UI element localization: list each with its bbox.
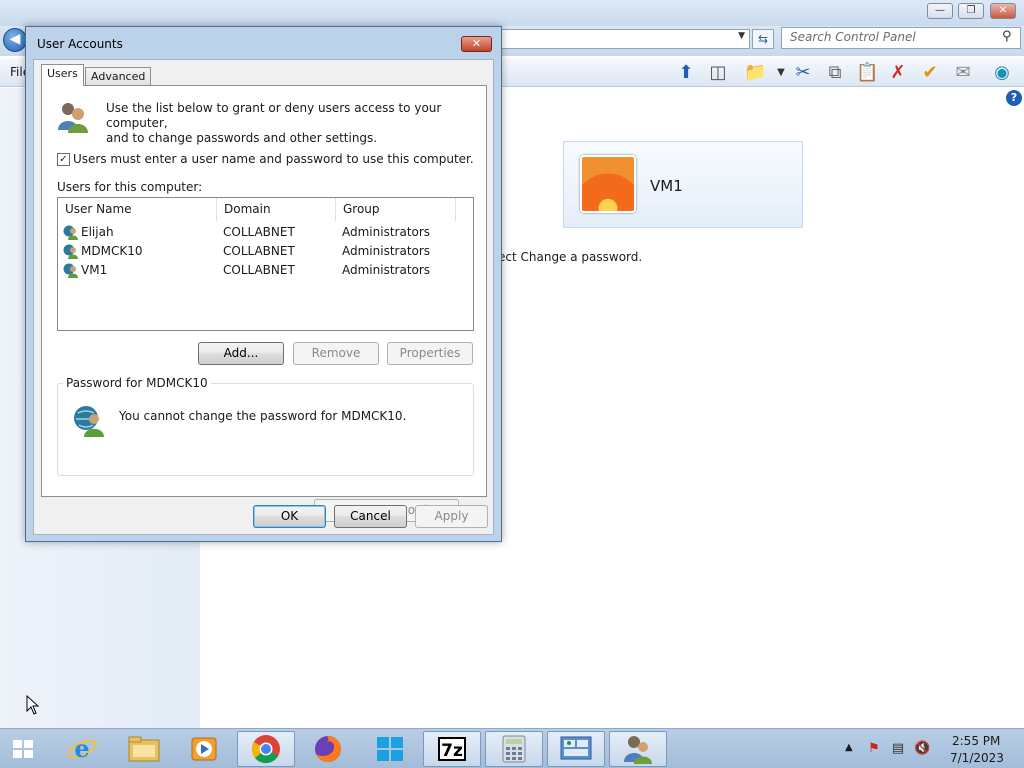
show-hidden-icons-icon[interactable]: ▲: [845, 742, 853, 753]
properties-icon[interactable]: ✉: [952, 62, 974, 84]
domain-user-icon: [63, 263, 78, 278]
clock-time[interactable]: 2:55 PM: [952, 734, 1000, 748]
network-icon[interactable]: ▤: [890, 741, 906, 757]
clock-date[interactable]: 7/1/2023: [950, 751, 1004, 765]
user-tile[interactable]: VM1: [563, 141, 803, 228]
chrome-icon[interactable]: [237, 731, 295, 767]
users-tab-panel: Use the list below to grant or deny user…: [41, 85, 487, 522]
column-domain[interactable]: Domain: [217, 198, 336, 221]
apply-button[interactable]: Apply: [415, 505, 488, 528]
minimize-button[interactable]: —: [927, 3, 953, 19]
cut-icon[interactable]: ✂: [792, 62, 814, 84]
domain-user-icon: [63, 225, 78, 240]
checkmark-icon[interactable]: ✔: [919, 62, 941, 84]
domain-cell: COLLABNET: [223, 225, 295, 239]
properties-button[interactable]: Properties: [387, 342, 473, 365]
instruction-text: ect Change a password.: [498, 250, 643, 264]
user-accounts-dialog: User Accounts ✕ Users Advanced Use the l…: [25, 26, 502, 542]
intro-line-1: Use the list below to grant or deny user…: [106, 101, 442, 130]
close-button[interactable]: ✕: [990, 3, 1016, 19]
group-cell: Administrators: [342, 225, 431, 239]
add-user-button[interactable]: Add...: [198, 342, 284, 365]
refresh-button[interactable]: ⇆: [752, 29, 774, 49]
firefox-icon[interactable]: [299, 731, 357, 767]
password-message: You cannot change the password for MDMCK…: [119, 409, 407, 423]
domain-cell: COLLABNET: [223, 263, 295, 277]
dialog-title: User Accounts: [37, 37, 123, 51]
action-center-icon[interactable]: ⚑: [866, 741, 882, 757]
close-icon: ✕: [471, 37, 482, 50]
user-accounts-icon[interactable]: [609, 731, 667, 767]
ok-button[interactable]: OK: [253, 505, 326, 528]
svg-text:e: e: [74, 734, 89, 763]
tab-advanced[interactable]: Advanced: [85, 67, 152, 87]
list-item[interactable]: Elijah COLLABNET Administrators: [58, 223, 473, 242]
dialog-body: Users Advanced Use the list below to gra…: [33, 59, 494, 535]
tab-users[interactable]: Users: [41, 64, 84, 86]
globe-icon[interactable]: ◉: [991, 62, 1013, 84]
copy-icon[interactable]: ⧉: [824, 62, 846, 84]
user-picture: [580, 155, 636, 213]
file-explorer-icon[interactable]: [115, 731, 173, 767]
users-for-computer-label: Users for this computer:: [57, 180, 203, 194]
users-list[interactable]: User Name Domain Group Elijah COLLABNET …: [57, 197, 474, 331]
user-tile-name: VM1: [650, 177, 683, 195]
intro-line-2: and to change passwords and other settin…: [106, 131, 378, 145]
must-enter-label[interactable]: Users must enter a user name and passwor…: [73, 152, 474, 166]
domain-user-icon: [74, 406, 104, 437]
address-field[interactable]: ▼: [500, 29, 750, 49]
password-group: [57, 383, 474, 476]
start-button[interactable]: [12, 739, 34, 759]
list-item[interactable]: VM1 COLLABNET Administrators: [58, 261, 473, 280]
domain-cell: COLLABNET: [223, 244, 295, 258]
control-panel-icon[interactable]: [547, 731, 605, 767]
domain-user-icon: [63, 244, 78, 259]
search-icon[interactable]: ⚲: [1002, 29, 1012, 44]
windows-store-icon[interactable]: [361, 731, 419, 767]
group-cell: Administrators: [342, 263, 431, 277]
control-panel-titlebar: — ❐ ✕: [0, 0, 1024, 26]
user-name-cell: VM1: [81, 263, 108, 277]
group-cell: Administrators: [342, 244, 431, 258]
list-item[interactable]: MDMCK10 COLLABNET Administrators: [58, 242, 473, 261]
folder-check-icon[interactable]: 📁: [744, 62, 766, 84]
intro-text: Use the list below to grant or deny user…: [106, 101, 476, 146]
users-icon: [58, 103, 88, 133]
help-icon[interactable]: ?: [1006, 90, 1022, 106]
back-arrow-icon: ◀: [9, 31, 21, 47]
column-user-name[interactable]: User Name: [58, 198, 217, 221]
calculator-icon[interactable]: [485, 731, 543, 767]
refresh-icon: ⇆: [757, 32, 769, 46]
column-group[interactable]: Group: [336, 198, 456, 221]
must-enter-checkbox[interactable]: ✓: [57, 153, 70, 166]
cancel-button[interactable]: Cancel: [334, 505, 407, 528]
dialog-close-button[interactable]: ✕: [461, 36, 492, 52]
volume-muted-icon[interactable]: 🔇: [914, 741, 930, 757]
user-name-cell: Elijah: [81, 225, 114, 239]
paste-icon[interactable]: 📋: [856, 62, 878, 84]
back-button[interactable]: ◀: [3, 28, 27, 52]
media-player-icon[interactable]: [175, 731, 233, 767]
svg-text:7z: 7z: [441, 741, 463, 761]
mouse-cursor-icon: [26, 695, 40, 715]
restore-button[interactable]: ❐: [958, 3, 984, 19]
remove-user-button[interactable]: Remove: [293, 342, 379, 365]
chevron-down-icon[interactable]: ▼: [770, 62, 792, 84]
user-name-cell: MDMCK10: [81, 244, 143, 258]
password-group-title: Password for MDMCK10: [63, 376, 211, 390]
taskbar: e 7z ▲ ⚑ ▤ 🔇 2:55 PM 7/1/2023: [0, 728, 1024, 768]
up-icon[interactable]: ⬆: [675, 62, 697, 84]
panes-icon[interactable]: ◫: [707, 62, 729, 84]
7zip-icon[interactable]: 7z: [423, 731, 481, 767]
internet-explorer-icon[interactable]: e: [53, 731, 111, 767]
search-input[interactable]: Search Control Panel: [781, 27, 1021, 49]
delete-icon[interactable]: ✗: [887, 62, 909, 84]
chevron-down-icon[interactable]: ▼: [738, 31, 745, 41]
